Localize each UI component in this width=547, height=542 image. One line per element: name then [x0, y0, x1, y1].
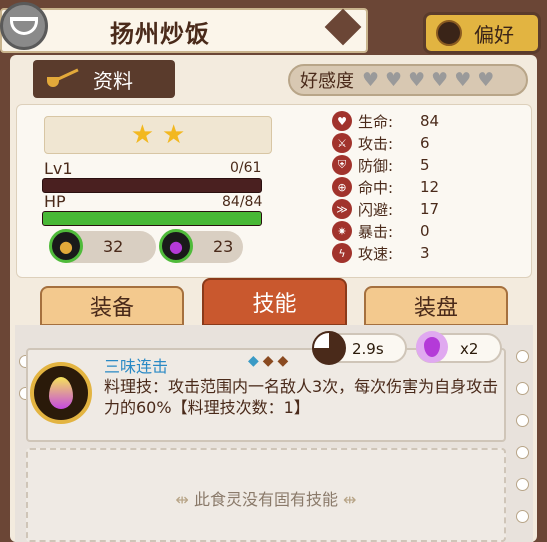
- stat-value: 17: [420, 200, 440, 218]
- stat-name: 暴击:: [358, 222, 394, 241]
- stat-name: 攻速:: [358, 244, 394, 263]
- skill-name: 三味连击: [104, 357, 169, 376]
- shield-icon: ⛨: [332, 155, 352, 175]
- hp-bar-fill: [43, 212, 261, 225]
- tab-equipment[interactable]: 装备: [40, 286, 184, 326]
- stat-name: 闪避:: [358, 200, 394, 219]
- stat-value: 3: [420, 244, 430, 262]
- tab-plating[interactable]: 装盘: [364, 286, 508, 326]
- stat-value: 0: [420, 222, 430, 240]
- level-label: Lv1: [44, 159, 73, 178]
- resource-gem: ● 23: [159, 229, 243, 263]
- resource-gem-value: 23: [213, 237, 234, 256]
- energy-drop-icon: [416, 331, 448, 363]
- heart-icon: ♥: [385, 68, 403, 91]
- skill-flame-icon[interactable]: [30, 362, 92, 424]
- heart-icon: ♥: [477, 68, 495, 91]
- favorite-button[interactable]: 偏好: [423, 12, 541, 54]
- energy-value: x2: [460, 340, 479, 358]
- ladle-icon: [47, 69, 81, 89]
- star-icon: ★: [130, 120, 154, 150]
- exp-value: 0/61: [230, 160, 262, 176]
- sword-icon: ⚔: [332, 133, 352, 153]
- tab-plating-label: 装盘: [413, 296, 458, 321]
- stat-row: ⚔ 攻击: 6: [332, 132, 482, 154]
- innate-skill-empty: ⇹ 此食灵没有固有技能 ⇹: [175, 490, 357, 509]
- affinity-label: 好感度: [300, 71, 354, 92]
- stat-row: ≫ 闪避: 17: [332, 198, 482, 220]
- purple-gem-icon: ●: [159, 229, 193, 263]
- favorite-dot-icon: [436, 20, 462, 46]
- stat-name: 攻击:: [358, 134, 394, 153]
- hp-value: 84/84: [222, 194, 263, 210]
- star-rating: ★ ★: [44, 116, 272, 154]
- stat-name: 生命:: [358, 112, 394, 131]
- critical-icon: ✷: [332, 221, 352, 241]
- affinity-bar: 好感度 ♥ ♥ ♥ ♥ ♥ ♥: [288, 64, 528, 96]
- stats-list: ♥ 生命: 84 ⚔ 攻击: 6 ⛨ 防御: 5 ⊕ 命中: 12 ≫ 闪避: 17 ✷ 暴击: 0 ϟ 攻速: 3: [332, 110, 482, 264]
- stat-row: ⊕ 命中: 12: [332, 176, 482, 198]
- cooldown-value: 2.9s: [352, 340, 384, 358]
- speed-icon: ϟ: [332, 243, 352, 263]
- bowl-icon[interactable]: [0, 2, 48, 50]
- resource-food-value: 32: [103, 237, 124, 256]
- stat-name: 防御:: [358, 156, 394, 175]
- skill-cooldown: 2.9s: [312, 331, 407, 365]
- stat-value: 84: [420, 112, 440, 130]
- panel-rivets-right: [516, 350, 529, 542]
- exp-bar: [42, 178, 262, 193]
- heart-icon: ♥: [332, 111, 352, 131]
- heart-icon: ♥: [408, 68, 426, 91]
- stat-row: ϟ 攻速: 3: [332, 242, 482, 264]
- info-tab-label: 资料: [93, 68, 133, 93]
- stat-row: ✷ 暴击: 0: [332, 220, 482, 242]
- affinity-hearts: ♥ ♥ ♥ ♥ ♥ ♥: [362, 68, 495, 91]
- clock-icon: [312, 331, 346, 365]
- stat-value: 6: [420, 134, 430, 152]
- info-tab[interactable]: 资料: [33, 60, 175, 98]
- tab-skills[interactable]: 技能: [202, 278, 347, 326]
- skill-energy: x2: [416, 331, 502, 363]
- stat-row: ⛨ 防御: 5: [332, 154, 482, 176]
- stat-value: 5: [420, 156, 430, 174]
- stat-value: 12: [420, 178, 440, 196]
- resource-food: ● 32: [49, 229, 156, 263]
- page-title: 扬州炒饭: [110, 20, 210, 48]
- skill-description: 料理技：攻击范围内一名敌人3次，每次伤害为自身攻击力的60%【料理技次数：1】: [104, 377, 499, 417]
- food-pot-icon: ●: [49, 229, 83, 263]
- innate-empty-text: 此食灵没有固有技能: [193, 490, 338, 509]
- stat-name: 命中:: [358, 178, 394, 197]
- skill-level-diamonds: ◆◆◆: [248, 353, 293, 369]
- heart-icon: ♥: [454, 68, 472, 91]
- dodge-icon: ≫: [332, 199, 352, 219]
- crosshair-icon: ⊕: [332, 177, 352, 197]
- stat-row: ♥ 生命: 84: [332, 110, 482, 132]
- favorite-label: 偏好: [474, 22, 514, 47]
- tab-equipment-label: 装备: [89, 296, 134, 321]
- star-icon: ★: [162, 120, 186, 150]
- heart-icon: ♥: [431, 68, 449, 91]
- heart-icon: ♥: [362, 68, 380, 91]
- tab-skills-label: 技能: [252, 292, 297, 317]
- hp-bar: [42, 211, 262, 226]
- hp-label: HP: [44, 192, 66, 211]
